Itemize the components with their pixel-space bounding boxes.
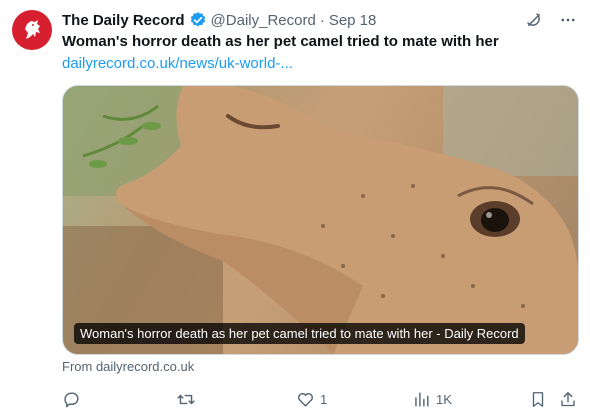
verified-icon	[190, 12, 205, 27]
article-link[interactable]: dailyrecord.co.uk/news/uk-world-...	[62, 55, 293, 72]
author-name[interactable]: The Daily Record	[62, 12, 185, 29]
bookmark-icon	[532, 391, 544, 407]
like-icon	[298, 392, 313, 407]
bookmark-button[interactable]	[529, 388, 547, 410]
reply-button[interactable]	[62, 388, 86, 410]
card-source[interactable]: From dailyrecord.co.uk	[62, 359, 194, 374]
header-actions	[524, 10, 578, 30]
separator-dot: ·	[319, 11, 325, 29]
avatar[interactable]	[12, 10, 52, 50]
card-caption: Woman's horror death as her pet camel tr…	[74, 323, 525, 344]
views-button[interactable]: 1K	[412, 388, 452, 410]
grok-button[interactable]	[524, 10, 544, 30]
view-count: 1K	[436, 391, 452, 407]
share-button[interactable]	[559, 388, 577, 410]
reply-icon	[64, 391, 79, 407]
action-bar: 1 1K	[62, 388, 580, 410]
views-icon	[415, 391, 429, 407]
like-count: 1	[320, 391, 328, 407]
tweet-date[interactable]: Sep 18	[329, 12, 377, 29]
grok-icon	[527, 13, 540, 26]
more-button[interactable]	[558, 10, 578, 30]
camel-photo	[63, 86, 578, 354]
lion-logo-icon	[25, 20, 40, 39]
author-handle[interactable]: @Daily_Record	[211, 12, 316, 29]
like-button[interactable]: 1	[296, 388, 327, 410]
tweet-header: The Daily Record @Daily_Record · Sep 18	[62, 10, 578, 30]
tweet-title: Woman's horror death as her pet camel tr…	[62, 33, 499, 50]
more-icon	[561, 18, 575, 22]
retweet-icon	[177, 394, 195, 404]
link-card[interactable]: Woman's horror death as her pet camel tr…	[62, 85, 579, 355]
retweet-button[interactable]	[176, 388, 201, 410]
share-icon	[561, 391, 575, 406]
